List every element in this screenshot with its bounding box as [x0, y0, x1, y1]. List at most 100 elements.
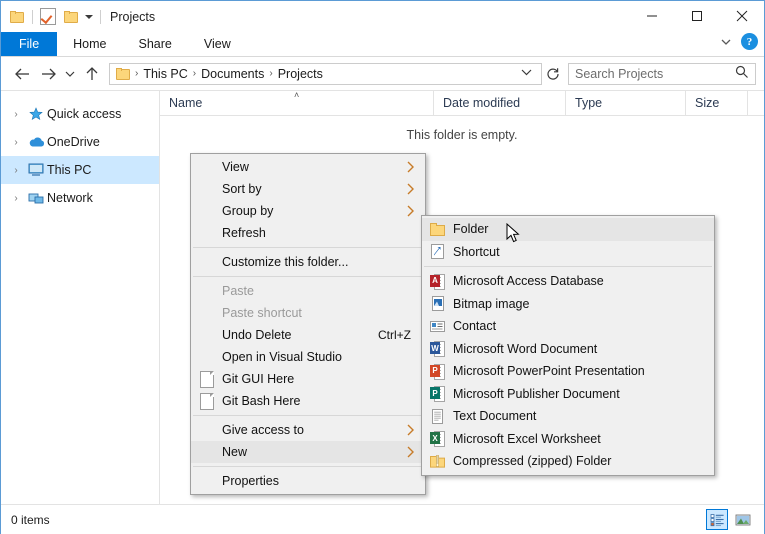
shortcut-icon: [422, 244, 453, 259]
menu-item-git-bash-here[interactable]: Git Bash Here: [191, 390, 425, 412]
powerpoint-icon: P: [422, 364, 453, 379]
recent-locations-icon[interactable]: [61, 61, 79, 87]
submenu-item-label: Compressed (zipped) Folder: [453, 454, 714, 468]
context-menu: View Sort by Group by Refresh Cust: [190, 153, 426, 495]
help-button[interactable]: ?: [741, 33, 758, 50]
address-dropdown-caret-icon[interactable]: [516, 68, 537, 79]
breadcrumb: › This PC › Documents › Projects: [134, 67, 516, 81]
menu-item-label: Group by: [222, 204, 425, 218]
properties-icon[interactable]: [40, 8, 56, 25]
menu-item-give-access-to[interactable]: Give access to: [191, 419, 425, 441]
sidebar-item-quick-access[interactable]: › Quick access: [1, 100, 159, 128]
quick-access-toolbar: Projects: [1, 8, 155, 25]
breadcrumb-this-pc[interactable]: This PC: [139, 67, 191, 81]
menu-item-label: Paste: [222, 284, 425, 298]
submenu-item-label: Microsoft Word Document: [453, 342, 714, 356]
menu-item-sort-by[interactable]: Sort by: [191, 178, 425, 200]
submenu-item-contact[interactable]: Contact: [422, 315, 714, 338]
submenu-item-microsoft-word-document[interactable]: W Microsoft Word Document: [422, 338, 714, 361]
menu-separator: [193, 415, 423, 416]
breadcrumb-documents[interactable]: Documents: [197, 67, 268, 81]
submenu-item-label: Microsoft Excel Worksheet: [453, 432, 714, 446]
new-folder-icon[interactable]: [64, 11, 79, 23]
tab-view[interactable]: View: [188, 32, 247, 56]
address-bar: › This PC › Documents › Projects Search …: [1, 57, 764, 90]
menu-item-customize-this-folder[interactable]: Customize this folder...: [191, 251, 425, 273]
column-header-type[interactable]: Type: [566, 91, 686, 115]
menu-item-label: Paste shortcut: [222, 306, 425, 320]
large-icons-view-button[interactable]: [732, 509, 754, 530]
expander-icon[interactable]: ›: [7, 193, 25, 204]
menu-item-label: Git Bash Here: [222, 394, 425, 408]
refresh-icon[interactable]: [542, 63, 564, 85]
menu-separator: [193, 466, 423, 467]
document-icon: [191, 371, 222, 388]
column-header-date-modified[interactable]: Date modified: [434, 91, 566, 115]
column-header-name[interactable]: Name ˄: [160, 91, 434, 115]
cloud-icon: [25, 136, 47, 148]
menu-item-git-gui-here[interactable]: Git GUI Here: [191, 368, 425, 390]
menu-item-paste: Paste: [191, 280, 425, 302]
sidebar-item-network[interactable]: › Network: [1, 184, 159, 212]
back-arrow-icon[interactable]: [9, 61, 35, 87]
document-icon: [191, 393, 222, 410]
submenu-item-microsoft-excel-worksheet[interactable]: X Microsoft Excel Worksheet: [422, 428, 714, 451]
maximize-button[interactable]: [674, 1, 719, 31]
qat-divider-1: [32, 10, 33, 24]
minimize-button[interactable]: [629, 1, 674, 31]
menu-item-accelerator: Ctrl+Z: [378, 328, 425, 342]
column-label: Name: [169, 96, 202, 110]
menu-item-refresh[interactable]: Refresh: [191, 222, 425, 244]
qat-dropdown-caret-icon[interactable]: [85, 15, 93, 19]
menu-item-label: Git GUI Here: [222, 372, 425, 386]
tab-share[interactable]: Share: [123, 32, 188, 56]
chevron-down-icon[interactable]: [720, 36, 732, 48]
column-label: Type: [575, 96, 602, 110]
forward-arrow-icon[interactable]: [35, 61, 61, 87]
submenu-item-text-document[interactable]: Text Document: [422, 405, 714, 428]
submenu-item-microsoft-powerpoint-presentation[interactable]: P Microsoft PowerPoint Presentation: [422, 360, 714, 383]
search-input[interactable]: Search Projects: [568, 63, 756, 85]
menu-item-undo-delete[interactable]: Undo Delete Ctrl+Z: [191, 324, 425, 346]
details-view-button[interactable]: [706, 509, 728, 530]
column-header-size[interactable]: Size: [686, 91, 748, 115]
tab-home[interactable]: Home: [57, 32, 122, 56]
expander-icon[interactable]: ›: [7, 109, 25, 120]
monitor-icon: [25, 163, 47, 177]
submenu-item-microsoft-publisher-document[interactable]: P Microsoft Publisher Document: [422, 383, 714, 406]
expander-icon[interactable]: ›: [7, 137, 25, 148]
submenu-item-microsoft-access-database[interactable]: A Microsoft Access Database: [422, 270, 714, 293]
menu-item-view[interactable]: View: [191, 156, 425, 178]
menu-item-properties[interactable]: Properties: [191, 470, 425, 492]
submenu-item-label: Text Document: [453, 409, 714, 423]
tab-file[interactable]: File: [1, 32, 57, 56]
chevron-right-icon: [406, 445, 416, 462]
submenu-item-bitmap-image[interactable]: Bitmap image: [422, 293, 714, 316]
folder-icon: [422, 223, 453, 236]
menu-item-open-in-visual-studio[interactable]: Open in Visual Studio: [191, 346, 425, 368]
menu-item-group-by[interactable]: Group by: [191, 200, 425, 222]
breadcrumb-projects[interactable]: Projects: [274, 67, 327, 81]
sidebar-item-this-pc[interactable]: › This PC: [1, 156, 159, 184]
folder-icon[interactable]: [10, 11, 25, 23]
submenu-item-shortcut[interactable]: Shortcut: [422, 241, 714, 264]
chevron-right-icon: [406, 204, 416, 221]
submenu-item-label: Contact: [453, 319, 714, 333]
breadcrumb-folder-icon: [116, 68, 131, 80]
ribbon-right-controls: ?: [720, 33, 758, 50]
empty-folder-message: This folder is empty.: [160, 128, 764, 142]
submenu-separator: [424, 266, 712, 267]
sidebar-item-onedrive[interactable]: › OneDrive: [1, 128, 159, 156]
submenu-item-folder[interactable]: Folder: [422, 218, 714, 241]
column-label: Date modified: [443, 96, 520, 110]
submenu-item-compressed-zipped-folder[interactable]: Compressed (zipped) Folder: [422, 450, 714, 473]
up-arrow-icon[interactable]: [79, 61, 105, 87]
expander-icon[interactable]: ›: [7, 165, 25, 176]
new-submenu: Folder Shortcut A Microsoft Access Datab…: [421, 215, 715, 476]
address-input[interactable]: › This PC › Documents › Projects: [109, 63, 542, 85]
close-button[interactable]: [719, 1, 764, 31]
search-icon[interactable]: [735, 65, 749, 82]
menu-item-new[interactable]: New: [191, 441, 425, 463]
window-controls: [629, 1, 764, 31]
menu-item-label: Undo Delete: [222, 328, 378, 342]
